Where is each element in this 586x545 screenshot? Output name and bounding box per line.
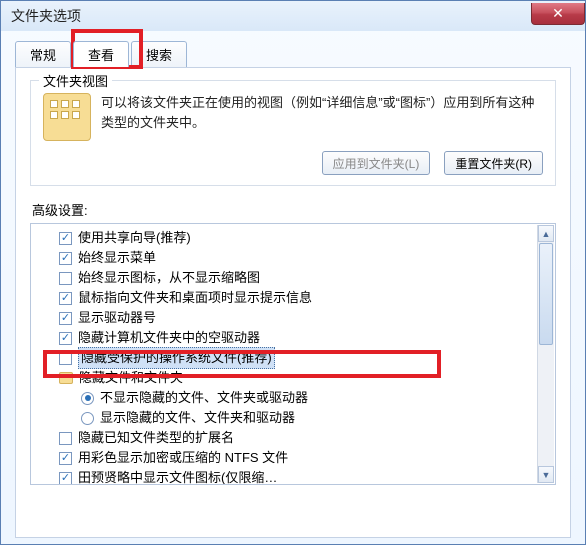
window-title: 文件夹选项	[11, 6, 81, 26]
tree-item-4[interactable]: 显示驱动器号	[37, 308, 555, 328]
tree-item-6[interactable]: 隐藏受保护的操作系统文件(推荐)	[37, 348, 555, 368]
tree-item-1[interactable]: 始终显示菜单	[37, 248, 555, 268]
tree-item-label: 鼠标指向文件夹和桌面项时显示提示信息	[78, 288, 312, 308]
checkbox-icon[interactable]	[59, 332, 72, 345]
folder-view-group: 文件夹视图 可以将该文件夹正在使用的视图（例如“详细信息”或“图标”）应用到所有…	[30, 80, 556, 186]
tab-panel-view: 文件夹视图 可以将该文件夹正在使用的视图（例如“详细信息”或“图标”）应用到所有…	[15, 67, 571, 538]
tree-item-8[interactable]: 不显示隐藏的文件、文件夹或驱动器	[37, 388, 555, 408]
tree-item-12[interactable]: 田预贤略中显示文件图标(仅限缩…	[37, 468, 555, 485]
advanced-settings-label: 高级设置:	[32, 200, 556, 219]
tree-item-label: 隐藏受保护的操作系统文件(推荐)	[78, 347, 275, 369]
radio-icon[interactable]	[81, 392, 94, 405]
checkbox-icon[interactable]	[59, 272, 72, 285]
checkbox-icon[interactable]	[59, 312, 72, 325]
tree-item-label: 始终显示图标，从不显示缩略图	[78, 268, 260, 288]
apply-to-folders-button[interactable]: 应用到文件夹(L)	[322, 151, 431, 175]
tabstrip: 常规 查看 搜索	[15, 37, 585, 67]
tree-item-7[interactable]: 隐藏文件和文件夹	[37, 368, 555, 388]
folder-view-description: 可以将该文件夹正在使用的视图（例如“详细信息”或“图标”）应用到所有这种类型的文…	[101, 93, 543, 141]
tree-item-11[interactable]: 用彩色显示加密或压缩的 NTFS 文件	[37, 448, 555, 468]
advanced-settings-tree[interactable]: 使用共享向导(推荐)始终显示菜单始终显示图标，从不显示缩略图鼠标指向文件夹和桌面…	[30, 223, 556, 485]
folder-view-legend: 文件夹视图	[39, 71, 112, 90]
tree-item-label: 隐藏已知文件类型的扩展名	[78, 428, 234, 448]
tab-search[interactable]: 搜索	[131, 41, 187, 67]
close-icon: ✕	[552, 5, 564, 22]
radio-icon[interactable]	[81, 412, 94, 425]
tree-item-3[interactable]: 鼠标指向文件夹和桌面项时显示提示信息	[37, 288, 555, 308]
scroll-up-button[interactable]: ▲	[538, 225, 554, 242]
checkbox-icon[interactable]	[59, 352, 72, 365]
scrollbar[interactable]: ▲ ▼	[537, 225, 554, 483]
tree-item-label: 田预贤略中显示文件图标(仅限缩…	[78, 468, 277, 485]
scroll-thumb[interactable]	[539, 243, 553, 345]
checkbox-icon[interactable]	[59, 252, 72, 265]
tree-item-label: 始终显示菜单	[78, 248, 156, 268]
scroll-track[interactable]	[538, 243, 554, 465]
tab-view[interactable]: 查看	[73, 41, 129, 67]
scroll-down-button[interactable]: ▼	[538, 466, 554, 483]
tree-item-label: 用彩色显示加密或压缩的 NTFS 文件	[78, 448, 288, 468]
checkbox-icon[interactable]	[59, 232, 72, 245]
tree-item-9[interactable]: 显示隐藏的文件、文件夹和驱动器	[37, 408, 555, 428]
tree-item-label: 显示隐藏的文件、文件夹和驱动器	[100, 408, 295, 428]
tree-item-label: 使用共享向导(推荐)	[78, 228, 191, 248]
tree-item-label: 隐藏计算机文件夹中的空驱动器	[78, 328, 260, 348]
tab-general[interactable]: 常规	[15, 41, 71, 67]
folder-icon	[59, 372, 73, 384]
folder-options-window: 文件夹选项 ✕ 常规 查看 搜索 文件夹视图 可以将该文件夹正在使用的视图（例如…	[0, 0, 586, 545]
tree-item-label: 不显示隐藏的文件、文件夹或驱动器	[100, 388, 308, 408]
titlebar: 文件夹选项 ✕	[1, 1, 585, 31]
folder-view-icon	[43, 93, 91, 141]
tree-item-2[interactable]: 始终显示图标，从不显示缩略图	[37, 268, 555, 288]
tree-item-label: 显示驱动器号	[78, 308, 156, 328]
checkbox-icon[interactable]	[59, 452, 72, 465]
close-button[interactable]: ✕	[531, 3, 585, 25]
checkbox-icon[interactable]	[59, 292, 72, 305]
tree-item-10[interactable]: 隐藏已知文件类型的扩展名	[37, 428, 555, 448]
checkbox-icon[interactable]	[59, 432, 72, 445]
tree-item-0[interactable]: 使用共享向导(推荐)	[37, 228, 555, 248]
tree-item-5[interactable]: 隐藏计算机文件夹中的空驱动器	[37, 328, 555, 348]
reset-folders-button[interactable]: 重置文件夹(R)	[444, 151, 543, 175]
checkbox-icon[interactable]	[59, 472, 72, 485]
tree-item-label: 隐藏文件和文件夹	[79, 368, 183, 388]
